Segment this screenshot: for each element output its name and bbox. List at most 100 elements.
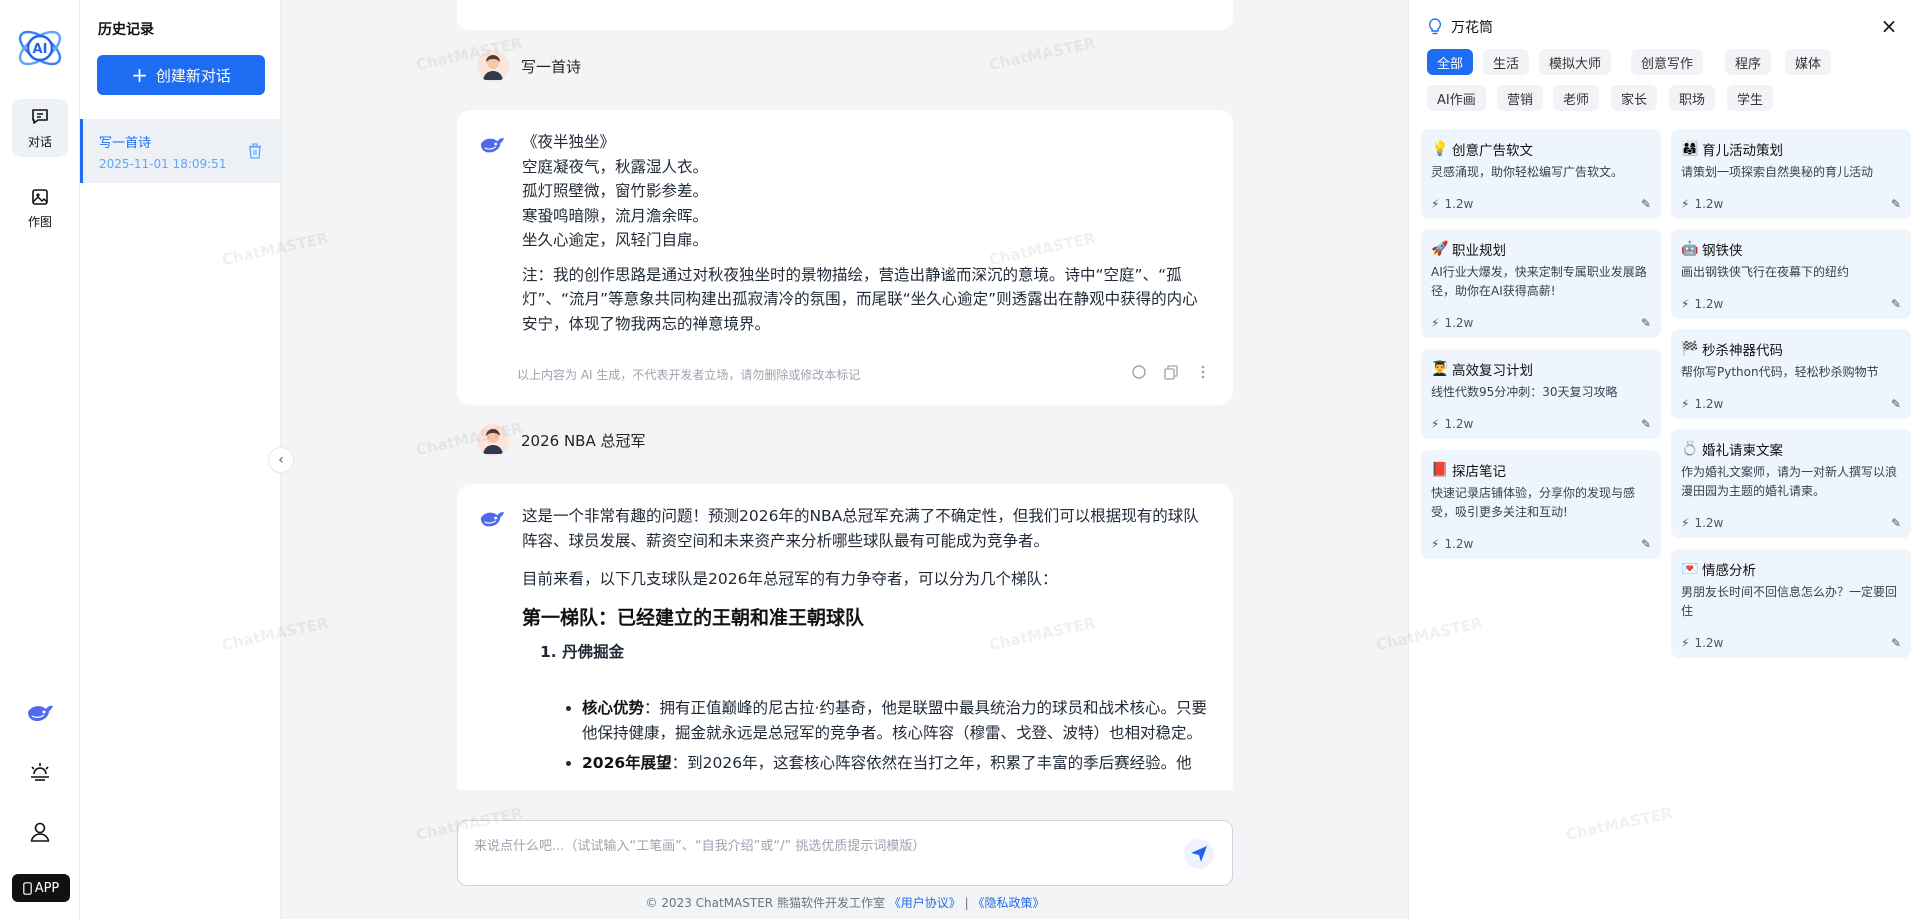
- book-icon: 📕: [1431, 462, 1449, 478]
- rocket-icon: 🚀: [1431, 241, 1449, 257]
- more-vertical-icon[interactable]: [1195, 364, 1211, 380]
- edit-icon[interactable]: ✎: [1641, 537, 1651, 551]
- message-input[interactable]: [474, 839, 1154, 854]
- list-item-label: 核心优势: [582, 699, 645, 717]
- list-item-text: ：拥有正值巅峰的尼古拉·约基奇，他是联盟中最具统治力的球员和战术核心。只要他保持…: [582, 699, 1207, 742]
- prompt-card[interactable]: 🚀 职业规划 AI行业大爆发，快来定制专属职业发展路径，助你在AI获得高薪! ⚡ 1…: [1421, 229, 1661, 338]
- student-icon: 👨‍🎓: [1431, 361, 1449, 377]
- category-chip[interactable]: 媒体: [1785, 49, 1832, 75]
- user-avatar: [477, 424, 509, 456]
- category-chip[interactable]: 家长: [1611, 85, 1658, 111]
- prompt-card-count: 1.2w: [1444, 197, 1474, 211]
- whale-logo-icon[interactable]: [24, 697, 56, 729]
- send-icon: [1191, 846, 1207, 862]
- prompt-card-count: 1.2w: [1444, 316, 1474, 330]
- category-chip[interactable]: 创意写作: [1631, 49, 1704, 75]
- prompt-card-desc: 男朋友长时间不回信息怎么办？一定要回住: [1681, 585, 1898, 618]
- flash-icon: ⚡: [1431, 316, 1440, 330]
- prompt-card[interactable]: 💍 婚礼请柬文案 作为婚礼文案师，请为一对新人撰写以浪漫田园为主题的婚礼请柬。 ⚡…: [1671, 429, 1911, 538]
- kaleidoscope-panel: 万花筒 × 全部 生活 模拟大师 创意写作 程序 媒体 AI作画 营销 老师 家…: [1408, 0, 1920, 919]
- list-item-text: ：到2026年，这套核心阵容依然在当打之年，积累了丰富的季后赛经验。他: [671, 754, 1192, 772]
- prompt-card[interactable]: 💡 创意广告软文 灵感涌现，助你轻松编写广告软文。 ⚡ 1.2w ✎: [1421, 129, 1661, 219]
- left-rail: AI 对话 作图 APP: [0, 0, 80, 919]
- tier-heading: 第一梯队：已经建立的王朝和准王朝球队: [522, 606, 865, 629]
- edit-icon[interactable]: ✎: [1891, 297, 1901, 311]
- flash-icon: ⚡: [1681, 516, 1690, 530]
- svg-text:AI: AI: [33, 42, 48, 57]
- prompt-card-desc: 作为婚礼文案师，请为一对新人撰写以浪漫田园为主题的婚礼请柬。: [1681, 465, 1898, 498]
- category-chip[interactable]: 老师: [1553, 85, 1600, 111]
- poem-title: 《夜半独坐》: [522, 133, 616, 151]
- prompt-card-desc: 帮你写Python代码，轻松秒杀购物节: [1681, 365, 1879, 379]
- refresh-icon[interactable]: [1131, 364, 1147, 380]
- prompt-card-desc: 灵感涌现，助你轻松编写广告软文。: [1431, 165, 1624, 179]
- rail-draw-label: 作图: [27, 214, 52, 229]
- edit-icon[interactable]: ✎: [1641, 417, 1651, 431]
- category-chip[interactable]: 生活: [1483, 49, 1530, 75]
- flash-icon: ⚡: [1431, 537, 1440, 551]
- prompt-card[interactable]: 📕 探店笔记 快速记录店铺体验，分享你的发现与感受，吸引更多关注和互动! ⚡ 1.2…: [1421, 450, 1661, 559]
- category-chip[interactable]: 模拟大师: [1539, 49, 1612, 75]
- download-app-button[interactable]: APP: [12, 874, 70, 902]
- close-icon[interactable]: ×: [1880, 16, 1898, 36]
- theme-toggle-icon[interactable]: [24, 756, 56, 788]
- category-chip-all[interactable]: 全部: [1427, 49, 1474, 75]
- edit-icon[interactable]: ✎: [1641, 316, 1651, 330]
- prompt-card-count: 1.2w: [1694, 516, 1724, 530]
- app-logo[interactable]: AI: [15, 23, 65, 73]
- prompt-card-title: 情感分析: [1702, 563, 1756, 579]
- prompt-card[interactable]: 👨‍🎓 高效复习计划 线性代数95分冲刺：30天复习攻略 ⚡ 1.2w ✎: [1421, 349, 1661, 439]
- edit-icon[interactable]: ✎: [1891, 197, 1901, 211]
- previous-message-card: [457, 0, 1233, 30]
- user-message-text: 2026 NBA 总冠军: [521, 431, 646, 450]
- terms-link[interactable]: 《用户协议》: [889, 896, 961, 910]
- panel-header: 万花筒: [1427, 17, 1493, 37]
- prompt-card[interactable]: 💌 情感分析 男朋友长时间不回信息怎么办？一定要回住 ⚡ 1.2w ✎: [1671, 549, 1911, 658]
- message-tools: [1131, 364, 1211, 380]
- robot-icon: 🤖: [1681, 241, 1699, 257]
- footer-separator: |: [964, 896, 969, 910]
- prompt-card[interactable]: 🤖 钢铁侠 画出钢铁侠飞行在夜幕下的纽约 ⚡ 1.2w ✎: [1671, 229, 1911, 319]
- bot-message-body: 《夜半独坐》 空庭凝夜气，秋露湿人衣。 孤灯照壁微，窗竹影参差。 寒蛩鸣暗隙，流…: [522, 130, 1211, 344]
- history-item[interactable]: 写一首诗 2025-11-01 18:09:51: [80, 119, 280, 183]
- prompt-card-count: 1.2w: [1694, 297, 1724, 311]
- prompt-card-title: 创意广告软文: [1452, 143, 1533, 159]
- user-profile-icon[interactable]: [24, 816, 56, 848]
- rail-chat-button[interactable]: 对话: [12, 99, 68, 157]
- poem-line: 孤灯照壁微，窗竹影参差。: [522, 182, 709, 200]
- edit-icon[interactable]: ✎: [1641, 197, 1651, 211]
- prompt-card-desc: 线性代数95分冲刺：30天复习攻略: [1431, 385, 1618, 399]
- collapse-sidebar-button[interactable]: ‹: [268, 447, 294, 473]
- history-panel: 历史记录 + 创建新对话 写一首诗 2025-11-01 18:09:51: [80, 0, 281, 919]
- prompt-card-count: 1.2w: [1694, 197, 1724, 211]
- send-button[interactable]: [1184, 839, 1214, 869]
- app-label: APP: [34, 880, 60, 896]
- new-chat-label: 创建新对话: [155, 66, 231, 85]
- rail-draw-button[interactable]: 作图: [12, 179, 68, 237]
- category-chip[interactable]: 营销: [1497, 85, 1544, 111]
- poem-line: 寒蛩鸣暗隙，流月澹余晖。: [522, 206, 709, 225]
- copyright: © 2023 ChatMASTER 熊猫软件开发工作室: [645, 896, 885, 910]
- prompt-card[interactable]: 👨‍👩‍👧 育儿活动策划 请策划一项探索自然奥秘的育儿活动 ⚡ 1.2w ✎: [1671, 129, 1911, 219]
- new-chat-button[interactable]: + 创建新对话: [97, 55, 265, 95]
- prompt-card-count: 1.2w: [1444, 537, 1474, 551]
- prompt-card[interactable]: 🏁 秒杀神器代码 帮你写Python代码，轻松秒杀购物节 ⚡ 1.2w ✎: [1671, 329, 1911, 419]
- category-chip[interactable]: 程序: [1725, 49, 1772, 75]
- poem-line: 空庭凝夜气，秋露湿人衣。: [522, 157, 709, 176]
- category-chip[interactable]: 职场: [1669, 85, 1716, 111]
- trash-icon[interactable]: [248, 143, 262, 159]
- message-input-box: [457, 820, 1233, 886]
- poem-note: 注：我的创作思路是通过对秋夜独坐时的景物描绘，营造出静谧而深沉的意境。诗中“空庭…: [522, 265, 1198, 333]
- edit-icon[interactable]: ✎: [1891, 516, 1901, 530]
- edit-icon[interactable]: ✎: [1891, 397, 1901, 411]
- copy-icon[interactable]: [1163, 364, 1179, 380]
- prompt-card-title: 婚礼请柬文案: [1702, 443, 1783, 459]
- list-item: 2026年展望：到2026年，这套核心阵容依然在当打之年，积累了丰富的季后赛经验…: [582, 751, 1211, 776]
- category-chip[interactable]: 学生: [1727, 85, 1774, 111]
- list-item-label: 2026年展望: [582, 754, 672, 772]
- bot-message-body: 这是一个非常有趣的问题！预测2026年的NBA总冠军充满了不确定性，但我们可以根…: [522, 504, 1211, 675]
- category-chip[interactable]: AI作画: [1427, 85, 1486, 111]
- edit-icon[interactable]: ✎: [1891, 636, 1901, 650]
- footer: © 2023 ChatMASTER 熊猫软件开发工作室 《用户协议》 | 《隐私…: [457, 894, 1233, 911]
- privacy-link[interactable]: 《隐私政策》: [973, 896, 1045, 910]
